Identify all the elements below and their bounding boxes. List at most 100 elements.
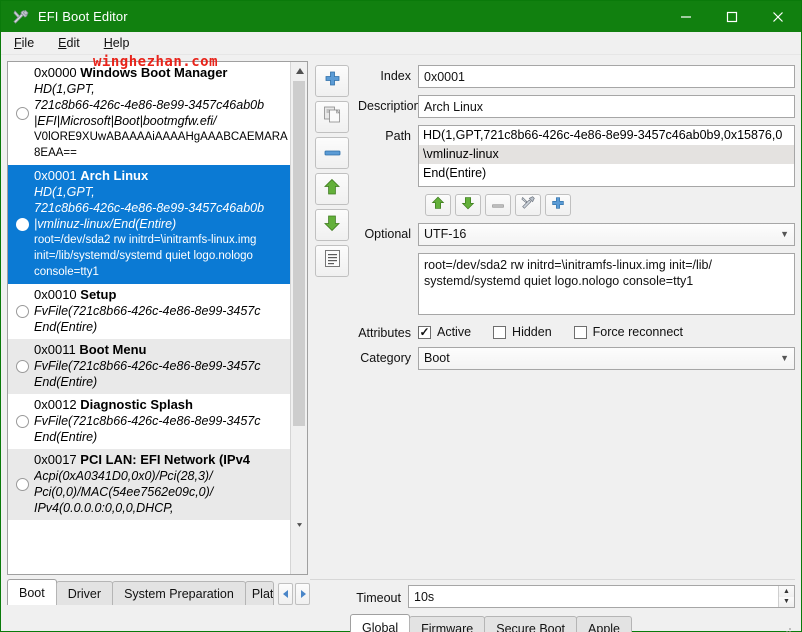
path-label: Path <box>385 129 411 143</box>
timeout-spinner[interactable]: 10s ▲ ▼ <box>408 585 795 608</box>
list-item-name: Setup <box>80 287 117 302</box>
add-entry-button[interactable] <box>315 65 349 97</box>
menu-file[interactable]: File <box>10 34 44 52</box>
tab-driver[interactable]: Driver <box>55 581 114 605</box>
index-input[interactable]: 0x0001 <box>418 65 795 88</box>
tab-firmware[interactable]: Firmware <box>409 616 486 632</box>
tab-system-preparation[interactable]: System Preparation <box>112 581 246 605</box>
list-item-head: 0x0017 PCI LAN: EFI Network (IPv4 <box>34 452 288 468</box>
scroll-up-icon[interactable] <box>291 62 307 79</box>
list-item-path: HD(1,GPT, 721c8b66-426c-4e86-8e99-3457c4… <box>34 82 265 128</box>
list-item[interactable]: 0x0000 Windows Boot Manager HD(1,GPT, 72… <box>8 62 290 165</box>
radio-icon[interactable] <box>16 414 29 428</box>
remove-entry-button[interactable] <box>315 137 349 169</box>
title-bar: EFI Boot Editor <box>1 1 801 32</box>
plus-icon <box>324 70 341 92</box>
list-item-path: FvFile(721c8b66-426c-4e86-8e99-3457c End… <box>34 304 261 334</box>
attribute-force-reconnect[interactable]: Force reconnect <box>573 325 683 339</box>
list-item-name: Boot Menu <box>79 342 147 357</box>
list-item[interactable]: 0x0017 PCI LAN: EFI Network (IPv4 Acpi(0… <box>8 449 290 520</box>
list-item[interactable]: 0x0001 Arch Linux HD(1,GPT, 721c8b66-426… <box>8 165 290 284</box>
optional-label: Optional <box>364 227 411 241</box>
tools-icon <box>520 195 536 215</box>
path-list-item[interactable]: End(Entire) <box>419 164 794 183</box>
menu-edit[interactable]: Edit <box>54 34 90 52</box>
radio-icon[interactable] <box>16 106 29 120</box>
path-edit-button[interactable] <box>515 194 541 216</box>
category-select[interactable]: Boot ▼ <box>418 347 795 370</box>
tab-boot[interactable]: Boot <box>7 579 57 605</box>
tab-scroll-buttons <box>276 583 310 605</box>
tab-platform[interactable]: Platf <box>244 581 274 605</box>
list-item[interactable]: 0x0010 Setup FvFile(721c8b66-426c-4e86-8… <box>8 284 290 339</box>
chevron-right-icon[interactable] <box>295 583 310 605</box>
list-item[interactable]: 0x0012 Diagnostic Splash FvFile(721c8b66… <box>8 394 290 449</box>
list-item-text: 0x0017 PCI LAN: EFI Network (IPv4 Acpi(0… <box>34 452 288 516</box>
scroll-down-icon[interactable] <box>291 522 307 574</box>
chevron-left-icon[interactable] <box>278 583 293 605</box>
radio-icon[interactable] <box>16 217 29 231</box>
chevron-down-icon: ▼ <box>780 229 789 239</box>
boot-entry-list-inner: 0x0000 Windows Boot Manager HD(1,GPT, 72… <box>8 62 290 574</box>
index-row: Index 0x0001 <box>358 65 795 88</box>
path-list[interactable]: HD(1,GPT,721c8b66-426c-4e86-8e99-3457c46… <box>418 125 795 187</box>
tools-icon <box>12 8 30 26</box>
copy-entry-button[interactable] <box>315 101 349 133</box>
checkbox-icon[interactable]: ✓ <box>418 325 431 339</box>
radio-icon[interactable] <box>16 359 29 373</box>
list-item-text: 0x0011 Boot Menu FvFile(721c8b66-426c-4e… <box>34 342 288 390</box>
menu-file-rest: ile <box>21 36 35 50</box>
path-list-item[interactable]: HD(1,GPT,721c8b66-426c-4e86-8e99-3457c46… <box>419 126 794 145</box>
move-down-button[interactable] <box>315 209 349 241</box>
maximize-icon[interactable] <box>709 1 755 32</box>
description-label: Description <box>358 99 421 113</box>
menu-edit-mnemonic: E <box>58 36 67 50</box>
attribute-active[interactable]: ✓ Active <box>418 325 471 339</box>
optional-textarea[interactable]: root=/dev/sda2 rw initrd=\initramfs-linu… <box>418 253 795 315</box>
path-move-up-button[interactable] <box>425 194 451 216</box>
optional-encoding-select[interactable]: UTF-16 ▼ <box>418 223 795 246</box>
attributes-group: ✓ Active Hidden Force reconnect <box>418 322 705 339</box>
timeout-row: Timeout 10s ▲ ▼ <box>350 585 795 608</box>
spinner-up-icon[interactable]: ▲ <box>779 586 794 597</box>
path-remove-button[interactable] <box>485 194 511 216</box>
efi-boot-editor-window: EFI Boot Editor File Edit Help 0x0000 Wi… <box>0 0 802 632</box>
radio-icon[interactable] <box>16 304 29 318</box>
checkbox-icon[interactable] <box>493 325 507 339</box>
tab-global[interactable]: Global <box>350 614 411 632</box>
minimize-icon[interactable] <box>663 1 709 32</box>
list-toolbar <box>308 61 356 575</box>
list-item-path: HD(1,GPT, 721c8b66-426c-4e86-8e99-3457c4… <box>34 185 265 231</box>
tab-apple[interactable]: Apple <box>576 616 633 632</box>
path-move-down-button[interactable] <box>455 194 481 216</box>
list-item-optional: root=/dev/sda2 rw initrd=\initramfs-linu… <box>34 234 257 278</box>
list-vertical-scrollbar[interactable] <box>290 62 307 574</box>
index-label: Index <box>380 69 411 83</box>
menu-help[interactable]: Help <box>100 34 140 52</box>
settings-tabs: Global Firmware Secure Boot Apple <box>350 614 795 632</box>
path-list-item[interactable]: \vmlinuz-linux <box>419 145 794 164</box>
spinner-down-icon[interactable]: ▼ <box>779 596 794 607</box>
properties-button[interactable] <box>315 245 349 277</box>
close-icon[interactable] <box>755 1 801 32</box>
attribute-hidden[interactable]: Hidden <box>493 325 552 339</box>
list-item-text: 0x0010 Setup FvFile(721c8b66-426c-4e86-8… <box>34 287 288 335</box>
tab-secure-boot[interactable]: Secure Boot <box>484 616 578 632</box>
checkbox-icon[interactable] <box>573 325 587 339</box>
chevron-down-icon: ▼ <box>780 353 789 363</box>
move-up-button[interactable] <box>315 173 349 205</box>
minus-icon <box>491 196 505 214</box>
path-row: Path HD(1,GPT,721c8b66-426c-4e86-8e99-34… <box>358 125 795 187</box>
scrollbar-thumb[interactable] <box>293 81 305 426</box>
timeout-value[interactable]: 10s <box>409 586 778 607</box>
description-input[interactable]: Arch Linux <box>418 95 795 118</box>
resize-grip-icon[interactable] <box>780 625 792 632</box>
document-icon <box>324 249 341 273</box>
category-value: Boot <box>424 351 450 365</box>
list-item-text: 0x0000 Windows Boot Manager HD(1,GPT, 72… <box>34 65 288 161</box>
global-settings-area: Timeout 10s ▲ ▼ Global Firmware Secure B… <box>310 579 795 632</box>
path-add-button[interactable] <box>545 194 571 216</box>
list-item[interactable]: 0x0011 Boot Menu FvFile(721c8b66-426c-4e… <box>8 339 290 394</box>
boot-entry-list[interactable]: 0x0000 Windows Boot Manager HD(1,GPT, 72… <box>7 61 308 575</box>
radio-icon[interactable] <box>16 477 29 491</box>
